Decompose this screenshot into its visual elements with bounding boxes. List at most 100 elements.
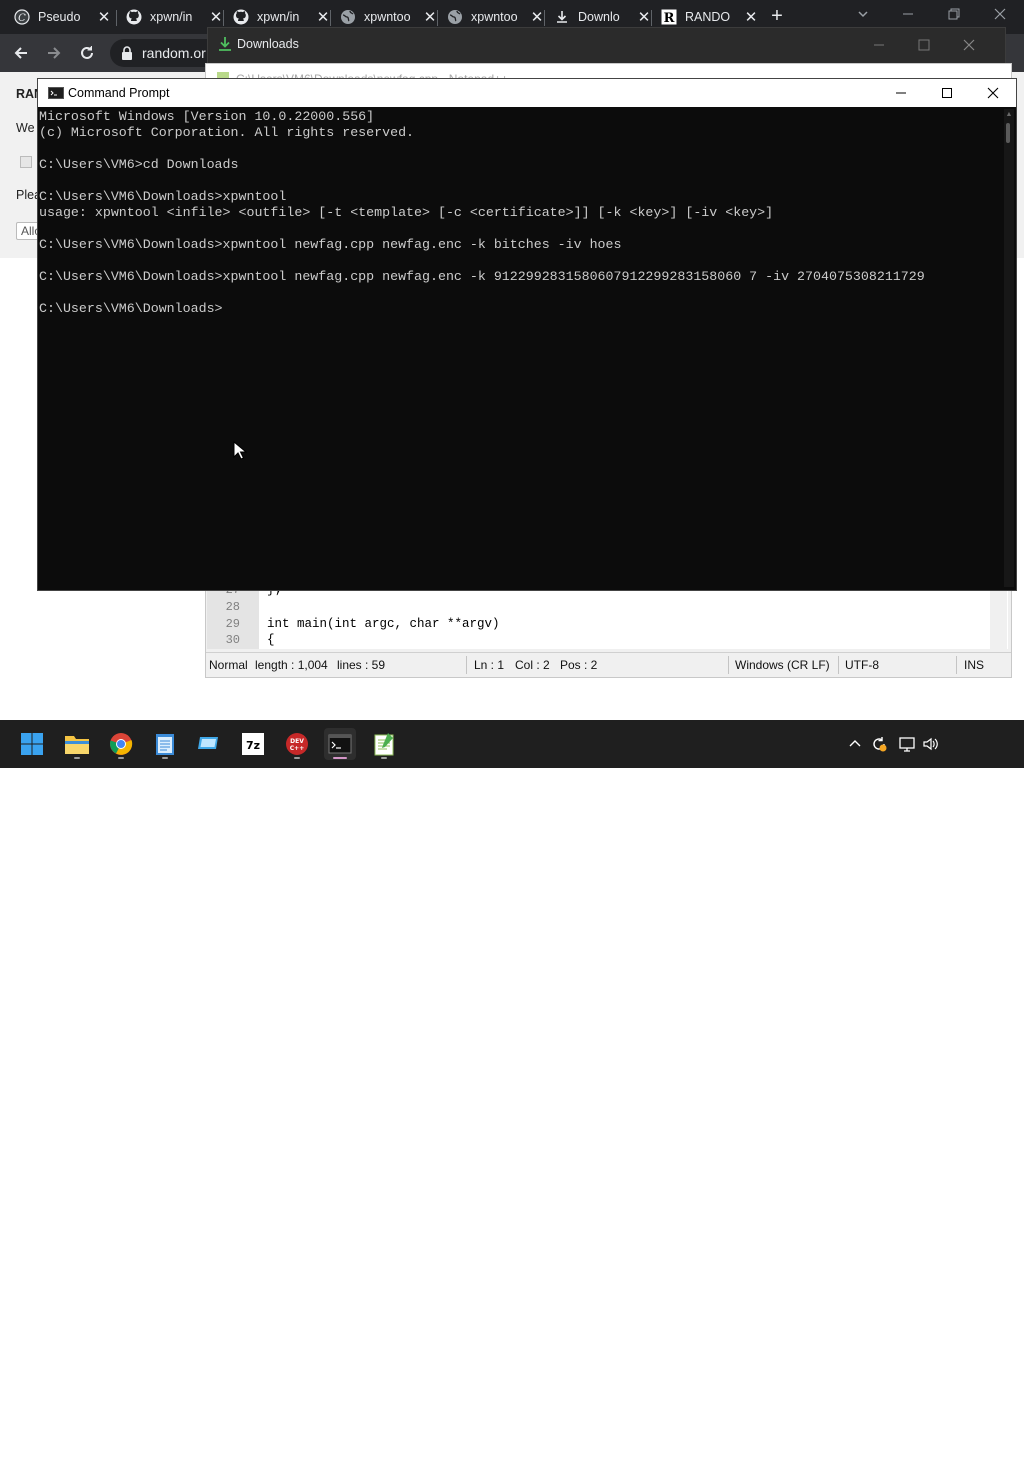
download-icon bbox=[217, 36, 233, 52]
status-col: Col : 2 bbox=[515, 658, 550, 672]
vertical-scrollbar[interactable]: ▲ bbox=[1004, 109, 1014, 587]
svg-text:7z: 7z bbox=[246, 739, 260, 752]
window-title: Command Prompt bbox=[68, 86, 170, 100]
browser-minimize-button[interactable] bbox=[900, 6, 916, 22]
network-icon[interactable] bbox=[897, 734, 917, 754]
svg-text:DEV: DEV bbox=[290, 738, 304, 745]
random-org-icon: R bbox=[661, 9, 677, 25]
close-icon[interactable]: ✕ bbox=[422, 9, 438, 26]
close-icon[interactable]: ✕ bbox=[636, 9, 652, 26]
pseudo-favicon: C bbox=[14, 9, 30, 25]
svg-text:C++: C++ bbox=[290, 745, 304, 752]
reload-icon[interactable] bbox=[75, 41, 99, 65]
browser-tab-6[interactable]: R RANDO ✕ bbox=[661, 6, 759, 28]
status-bar: Normal length : 1,004 lines : 59 Ln : 1 … bbox=[206, 652, 1011, 677]
notepadpp-icon[interactable] bbox=[368, 728, 400, 760]
clock-date[interactable]: 5/9/2022 bbox=[950, 1465, 1008, 1479]
scroll-up-icon[interactable]: ▲ bbox=[1004, 111, 1014, 119]
volume-icon[interactable] bbox=[921, 734, 941, 754]
page-checkbox[interactable] bbox=[20, 156, 32, 168]
status-insert-mode: INS bbox=[964, 658, 985, 672]
status-line: Ln : 1 bbox=[474, 658, 505, 672]
line-number: 30 bbox=[225, 633, 240, 647]
console-line: usage: xpwntool <infile> <outfile> [-t <… bbox=[39, 205, 774, 220]
scrollbar-thumb[interactable] bbox=[1006, 123, 1010, 143]
minimize-button[interactable] bbox=[872, 38, 886, 52]
close-icon[interactable]: ✕ bbox=[743, 9, 759, 26]
svg-text:R: R bbox=[664, 11, 675, 25]
globe-icon bbox=[340, 9, 356, 25]
sync-icon[interactable] bbox=[869, 734, 889, 754]
notepad-icon[interactable] bbox=[149, 728, 181, 760]
download-icon bbox=[554, 9, 570, 25]
tab-search-icon[interactable] bbox=[855, 6, 871, 22]
code-line: 28 bbox=[207, 600, 1008, 616]
cmd-taskbar-icon[interactable] bbox=[324, 728, 356, 760]
browser-tab-4[interactable]: xpwntoo ✕ bbox=[447, 6, 545, 28]
status-pos: Pos : 2 bbox=[560, 658, 598, 672]
tab-title: xpwn/in bbox=[150, 10, 193, 24]
maximize-button[interactable] bbox=[924, 79, 970, 107]
page-text: We bbox=[16, 121, 35, 135]
console-line: C:\Users\VM6\Downloads>xpwntool newfag.c… bbox=[39, 237, 622, 252]
console-prompt: C:\Users\VM6\Downloads> bbox=[39, 301, 223, 316]
chevron-up-icon[interactable] bbox=[845, 734, 865, 754]
devcpp-icon[interactable]: DEV C++ bbox=[281, 728, 313, 760]
browser-tab-5[interactable]: Downlo ✕ bbox=[554, 6, 652, 28]
close-icon[interactable]: ✕ bbox=[208, 9, 224, 26]
status-eol: Windows (CR LF) bbox=[735, 658, 830, 672]
code-text: }; bbox=[267, 591, 282, 597]
code-line: 30 { bbox=[207, 633, 1008, 649]
browser-tab-2[interactable]: xpwn/in ✕ bbox=[233, 6, 331, 28]
console-output[interactable]: Microsoft Windows [Version 10.0.22000.55… bbox=[39, 109, 997, 587]
close-icon[interactable]: ✕ bbox=[315, 9, 331, 26]
back-icon[interactable] bbox=[9, 41, 33, 65]
console-line: Microsoft Windows [Version 10.0.22000.55… bbox=[39, 109, 375, 124]
chrome-icon[interactable] bbox=[105, 728, 137, 760]
line-number: 28 bbox=[225, 600, 240, 614]
browser-close-button[interactable] bbox=[992, 6, 1008, 22]
downloads-window[interactable]: Downloads bbox=[207, 27, 1006, 65]
browser-tab-1[interactable]: xpwn/in ✕ bbox=[126, 6, 224, 28]
code-editor[interactable]: 27 }; 28 29 int main(int argc, char **ar… bbox=[207, 591, 1008, 649]
close-icon[interactable]: ✕ bbox=[96, 9, 112, 26]
globe-icon bbox=[447, 9, 463, 25]
tab-title: Downlo bbox=[578, 10, 620, 24]
address-text: random.or bbox=[142, 45, 206, 61]
status-lines: lines : 59 bbox=[337, 658, 386, 672]
line-number: 27 bbox=[207, 591, 240, 597]
new-tab-button[interactable]: + bbox=[767, 6, 787, 27]
tab-title: xpwn/in bbox=[257, 10, 300, 24]
line-number: 29 bbox=[225, 617, 240, 631]
remote-desktop-icon[interactable] bbox=[193, 728, 225, 760]
github-icon bbox=[126, 9, 142, 25]
forward-icon[interactable] bbox=[42, 41, 66, 65]
cmd-icon bbox=[48, 87, 64, 99]
vertical-scrollbar[interactable] bbox=[990, 591, 1007, 649]
console-line: C:\Users\VM6\Downloads>xpwntool newfag.c… bbox=[39, 269, 925, 284]
status-length: length : 1,004 bbox=[255, 658, 328, 672]
maximize-button[interactable] bbox=[917, 38, 931, 52]
cmd-titlebar[interactable]: Command Prompt bbox=[38, 79, 1016, 107]
command-prompt-window[interactable]: Command Prompt Microsoft Windows [Versio… bbox=[38, 79, 1016, 590]
windows-start-icon[interactable] bbox=[16, 728, 48, 760]
close-button[interactable] bbox=[962, 38, 976, 52]
7zip-icon[interactable]: 7z bbox=[237, 728, 269, 760]
status-mode: Normal bbox=[209, 658, 248, 672]
browser-restore-button[interactable] bbox=[946, 6, 962, 22]
tab-title: xpwntoo bbox=[364, 10, 411, 24]
close-button[interactable] bbox=[970, 79, 1016, 107]
tab-title: RANDO bbox=[685, 10, 731, 24]
console-line: (c) Microsoft Corporation. All rights re… bbox=[39, 125, 415, 140]
clock-time[interactable]: 7:52 PM bbox=[950, 1448, 1008, 1462]
browser-tab-3[interactable]: xpwntoo ✕ bbox=[340, 6, 438, 28]
browser-tab-0[interactable]: C Pseudo ✕ bbox=[14, 6, 112, 28]
close-icon[interactable]: ✕ bbox=[529, 9, 545, 26]
file-explorer-icon[interactable] bbox=[61, 728, 93, 760]
github-icon bbox=[233, 9, 249, 25]
console-line: C:\Users\VM6>cd Downloads bbox=[39, 157, 239, 172]
console-line: C:\Users\VM6\Downloads>xpwntool bbox=[39, 189, 287, 204]
code-text: int main(int argc, char **argv) bbox=[267, 617, 500, 631]
mouse-cursor-icon bbox=[233, 441, 247, 461]
minimize-button[interactable] bbox=[878, 79, 924, 107]
